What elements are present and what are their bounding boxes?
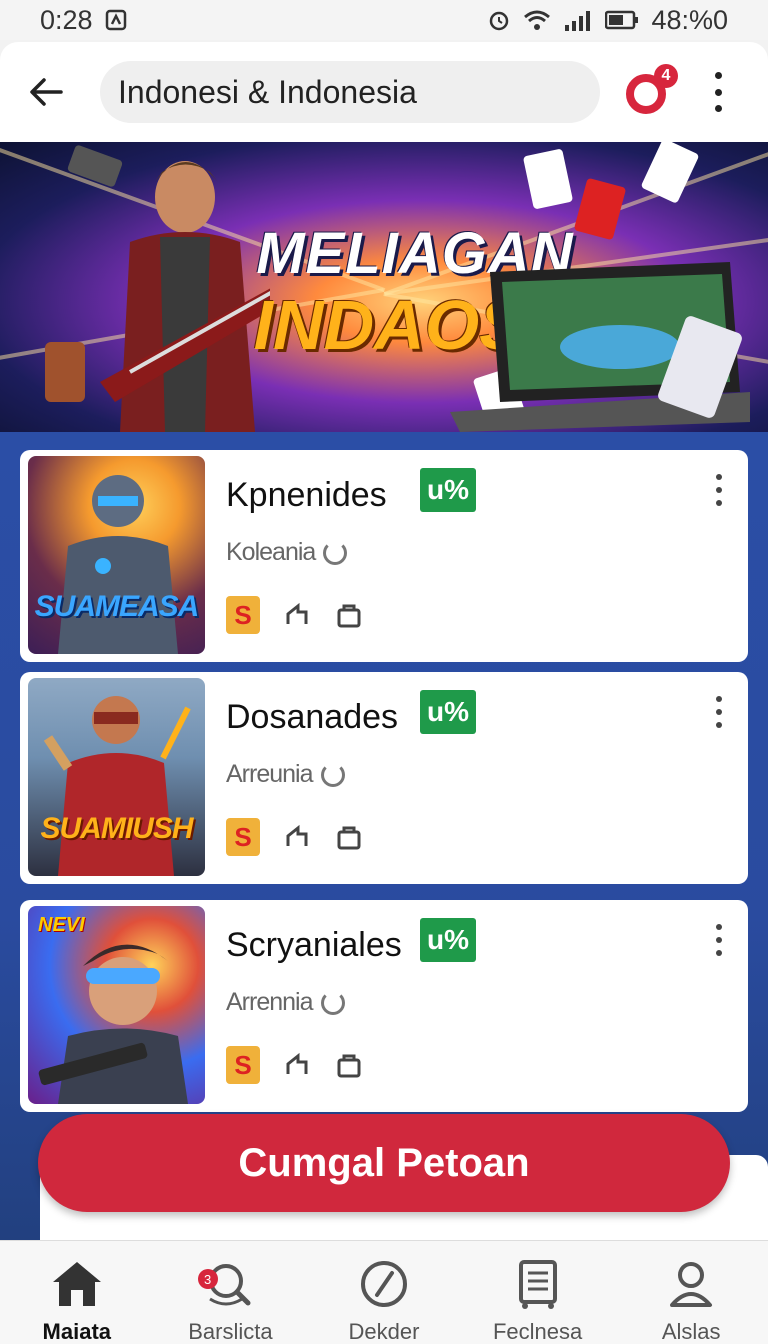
game-thumbnail: NEVI [28,906,205,1104]
character-illustration [43,696,191,876]
nav-badge: 3 [197,1269,218,1289]
receipt-icon [511,1257,565,1311]
nav-label: Barslicta [188,1319,273,1344]
item-subtitle: Arrennia [226,988,345,1017]
status-bar: 0:28 48:%0 [0,0,768,40]
laptop-illustration [450,262,750,432]
item-overflow-button[interactable] [714,696,724,728]
item-subtitle-text: Arreunia [226,760,313,788]
nav-label: Dekder [348,1319,420,1344]
list-item[interactable]: SUAMEASA Kpnenides u% Koleania S [20,450,748,662]
app-badge-icon: S [226,1046,260,1084]
item-overflow-button[interactable] [714,474,724,506]
bag-icon[interactable] [334,600,364,630]
new-tag: NEVI [38,914,85,936]
wifi-icon [523,9,551,31]
discount-badge: u% [420,468,476,512]
nav-item-discover[interactable]: Dekder [307,1241,461,1344]
app-bar: Indonesi & Indonesia 4 [0,42,768,142]
promo-banner[interactable]: MELIAGAN INDAOSA [0,142,768,432]
bag-icon[interactable] [334,1050,364,1080]
character-illustration [58,475,178,654]
status-time: 0:28 [40,4,93,35]
playing-card-icon [573,177,627,241]
item-subtitle-text: Koleania [226,538,316,566]
list-item[interactable]: NEVI Scryaniales u% Arrennia S [20,900,748,1112]
item-overflow-button[interactable] [714,924,724,956]
loading-icon [320,990,345,1015]
alarm-icon [487,8,511,32]
arrow-left-icon [30,78,63,106]
loading-icon [320,762,345,787]
thumbnail-title: SUAMEASA [34,590,200,623]
app-badge-icon: S [226,596,260,634]
home-icon [50,1257,104,1311]
nav-item-home[interactable]: Maiata [0,1241,154,1344]
item-title: Scryaniales [226,926,402,964]
bag-icon[interactable] [334,822,364,852]
battery-level: 48:%0 [651,4,728,35]
list-item[interactable]: SUAMIUSH Dosanades u% Arreunia S [20,672,748,884]
discount-badge: u% [420,690,476,734]
game-thumbnail: SUAMIUSH [28,678,205,876]
notification-app-icon [105,9,127,31]
item-title: Kpnenides [226,476,387,514]
nav-item-profile[interactable]: Alslas [614,1241,768,1344]
battery-icon [605,10,639,30]
discount-badge: u% [420,918,476,962]
share-icon[interactable] [282,822,312,852]
share-icon[interactable] [282,1050,312,1080]
back-button[interactable] [24,70,68,114]
overflow-menu-button[interactable] [708,72,728,112]
notification-button[interactable]: 4 [624,64,678,118]
item-actions: S [226,818,364,856]
notification-badge: 4 [654,64,678,88]
nav-item-receipts[interactable]: Feclnesa [461,1241,615,1344]
game-thumbnail: SUAMEASA [28,456,205,654]
playing-card-icon [522,148,574,210]
item-subtitle: Arreunia [226,760,345,789]
app-badge-icon: S [226,818,260,856]
nav-item-search[interactable]: 3 Barslicta [154,1241,308,1344]
item-subtitle-text: Arrennia [226,988,313,1016]
nav-label: Maiata [42,1319,112,1344]
nav-label: Alslas [661,1319,721,1344]
item-subtitle: Koleania [226,538,348,567]
signal-icon [563,9,593,31]
bottom-navigation: Maiata 3 Barslicta Dekder Feclnesa Alsla… [0,1240,768,1344]
item-actions: S [226,596,364,634]
share-icon[interactable] [282,600,312,630]
hero-character-illustration [45,145,270,432]
compass-icon [357,1257,411,1311]
search-input-value: Indonesi & Indonesia [118,73,417,110]
search-input[interactable]: Indonesi & Indonesia [100,61,600,123]
item-title: Dosanades [226,698,399,736]
primary-cta-button[interactable]: Cumgal Petoan [38,1114,730,1212]
thumbnail-title: SUAMIUSH [40,812,193,845]
nav-label: Feclnesa [492,1319,583,1344]
item-actions: S [226,1046,364,1084]
profile-icon [664,1257,718,1311]
loading-icon [323,540,348,565]
